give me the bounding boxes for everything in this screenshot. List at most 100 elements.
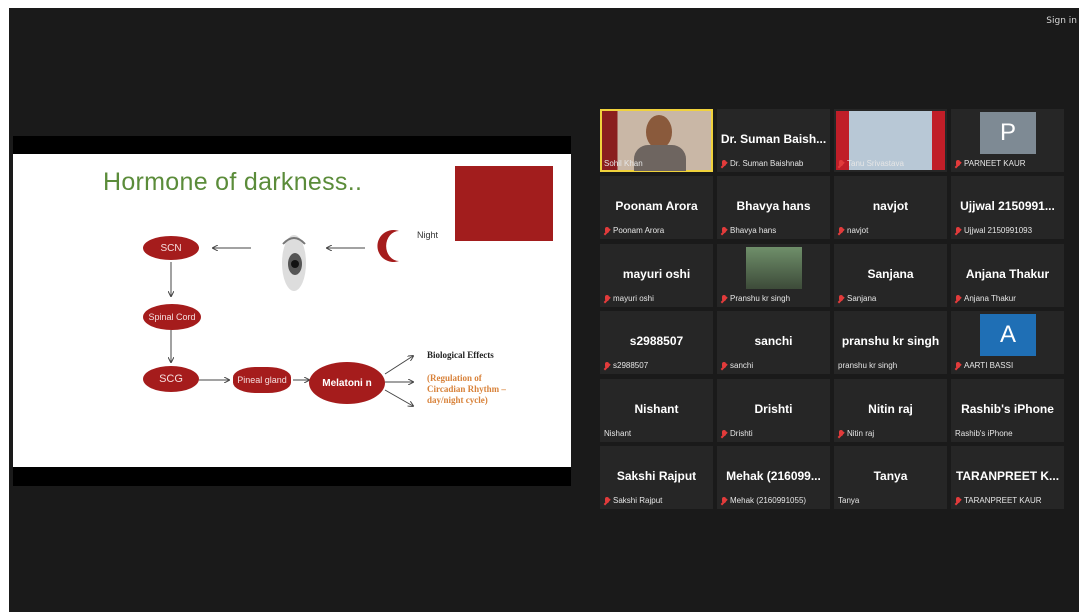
participant-tile[interactable]: Drishti Drishti <box>717 379 830 442</box>
participant-tile[interactable]: Tanya Tanya <box>834 446 947 509</box>
participant-display-name: Tanya <box>873 469 908 483</box>
participant-tile[interactable]: Rashib's iPhone Rashib's iPhone <box>951 379 1064 442</box>
participant-name-label: Rashib's iPhone <box>955 429 1013 438</box>
participant-name-label: Tanu Srivastava <box>838 159 904 168</box>
participant-tile[interactable]: s2988507 s2988507 <box>600 311 713 374</box>
melatonin-node: Melatoni n <box>309 362 385 404</box>
participant-display-name: Rashib's iPhone <box>961 402 1054 416</box>
spinal-cord-node: Spinal Cord <box>143 304 201 330</box>
participant-tile[interactable]: Pranshu kr singh <box>717 244 830 307</box>
participant-name: AARTI BASSI <box>964 361 1014 370</box>
participant-tile[interactable]: Sanjana Sanjana <box>834 244 947 307</box>
participant-tile[interactable]: mayuri oshi mayuri oshi <box>600 244 713 307</box>
muted-mic-icon <box>721 226 727 235</box>
participant-name-label: TARANPREET KAUR <box>955 496 1042 505</box>
biological-effects-label: Biological Effects <box>427 350 494 360</box>
participant-name-label: navjot <box>838 226 868 235</box>
muted-mic-icon <box>955 496 961 505</box>
participant-name-label: Anjana Thakur <box>955 294 1016 303</box>
participant-name: Sohil Khan <box>604 159 643 168</box>
participant-name: Anjana Thakur <box>964 294 1016 303</box>
participant-tile[interactable]: Bhavya hans Bhavya hans <box>717 176 830 239</box>
muted-mic-icon <box>604 294 610 303</box>
participant-face <box>646 115 672 149</box>
participant-name: Drishti <box>730 429 753 438</box>
participant-name-label: Ujjwal 2150991093 <box>955 226 1032 235</box>
participant-name: Mehak (2160991055) <box>730 496 807 505</box>
participant-tile[interactable]: Ujjwal 2150991... Ujjwal 2150991093 <box>951 176 1064 239</box>
participant-display-name: Nishant <box>634 402 679 416</box>
participant-tile[interactable]: Anjana Thakur Anjana Thakur <box>951 244 1064 307</box>
participant-tile[interactable]: TARANPREET K... TARANPREET KAUR <box>951 446 1064 509</box>
participant-display-name: Drishti <box>754 402 793 416</box>
sign-in-link[interactable]: Sign in <box>1046 16 1077 26</box>
participant-name: Nitin raj <box>847 429 875 438</box>
scn-node: SCN <box>143 236 199 260</box>
participant-tile[interactable]: Dr. Suman Baish... Dr. Suman Baishnab <box>717 109 830 172</box>
participant-display-name: Mehak (216099... <box>726 469 821 483</box>
muted-mic-icon <box>721 429 727 438</box>
muted-mic-icon <box>604 226 610 235</box>
muted-mic-icon <box>838 159 844 168</box>
participant-name: PARNEET KAUR <box>964 159 1026 168</box>
participant-display-name: Sanjana <box>867 267 914 281</box>
participant-name-label: PARNEET KAUR <box>955 159 1026 168</box>
participant-tile[interactable]: Nitin raj Nitin raj <box>834 379 947 442</box>
participant-name-label: Pranshu kr singh <box>721 294 790 303</box>
avatar: A <box>980 314 1036 356</box>
participant-tile[interactable]: Tanu Srivastava <box>834 109 947 172</box>
participant-display-name: Sakshi Rajput <box>616 469 697 483</box>
participant-name: Sanjana <box>847 294 877 303</box>
participant-display-name: sanchi <box>754 334 793 348</box>
participant-display-name: Bhavya hans <box>736 199 811 213</box>
participant-display-name: mayuri oshi <box>622 267 691 281</box>
shared-screen: Hormone of darkness.. Night SCN Spinal C… <box>13 136 571 486</box>
participant-name: navjot <box>847 226 869 235</box>
participant-display-name: s2988507 <box>629 334 684 348</box>
participant-tile[interactable]: Mehak (216099... Mehak (2160991055) <box>717 446 830 509</box>
participant-tile[interactable]: A AARTI BASSI <box>951 311 1064 374</box>
participant-name: Tanya <box>838 496 860 505</box>
participant-tile[interactable]: navjot navjot <box>834 176 947 239</box>
muted-mic-icon <box>721 361 727 370</box>
participant-name-label: Dr. Suman Baishnab <box>721 159 803 168</box>
muted-mic-icon <box>838 429 844 438</box>
muted-mic-icon <box>955 361 961 370</box>
participant-name-label: mayuri oshi <box>604 294 654 303</box>
participant-name-label: Sohil Khan <box>604 159 643 168</box>
participant-name-label: Tanya <box>838 496 859 505</box>
participant-tile[interactable]: sanchi sanchi <box>717 311 830 374</box>
participant-name-label: pranshu kr singh <box>838 361 897 370</box>
participant-name-label: Bhavya hans <box>721 226 776 235</box>
participant-tile[interactable]: P PARNEET KAUR <box>951 109 1064 172</box>
participant-tile[interactable]: Sohil Khan <box>600 109 713 172</box>
participant-name: s2988507 <box>613 361 649 370</box>
participant-name: pranshu kr singh <box>838 361 898 370</box>
participant-name-label: s2988507 <box>604 361 648 370</box>
participant-display-name: TARANPREET K... <box>955 469 1060 483</box>
scg-node: SCG <box>143 366 199 392</box>
participant-tile[interactable]: Nishant Nishant <box>600 379 713 442</box>
participant-tile[interactable]: pranshu kr singh pranshu kr singh <box>834 311 947 374</box>
avatar: P <box>980 112 1036 154</box>
muted-mic-icon <box>721 496 727 505</box>
participant-name: Ujjwal 2150991093 <box>964 226 1033 235</box>
muted-mic-icon <box>838 226 844 235</box>
muted-mic-icon <box>604 496 610 505</box>
participant-name: Sakshi Rajput <box>613 496 663 505</box>
participant-tile[interactable]: Poonam Arora Poonam Arora <box>600 176 713 239</box>
participant-name-label: AARTI BASSI <box>955 361 1013 370</box>
participant-name-label: Poonam Arora <box>604 226 664 235</box>
participant-tile[interactable]: Sakshi Rajput Sakshi Rajput <box>600 446 713 509</box>
participant-name: Tanu Srivastava <box>847 159 904 168</box>
participant-name-label: sanchi <box>721 361 753 370</box>
muted-mic-icon <box>604 361 610 370</box>
participant-display-name: Poonam Arora <box>615 199 698 213</box>
meeting-window: Sign in Hormone of darkness.. Night SCN … <box>9 8 1079 612</box>
participant-name: Dr. Suman Baishnab <box>730 159 804 168</box>
profile-photo <box>746 247 802 289</box>
participant-name: Rashib's iPhone <box>955 429 1013 438</box>
participant-name-label: Nishant <box>604 429 631 438</box>
participant-display-name: Anjana Thakur <box>965 267 1050 281</box>
biological-effects-detail: (Regulation of Circadian Rhythm – day/ni… <box>427 373 506 405</box>
